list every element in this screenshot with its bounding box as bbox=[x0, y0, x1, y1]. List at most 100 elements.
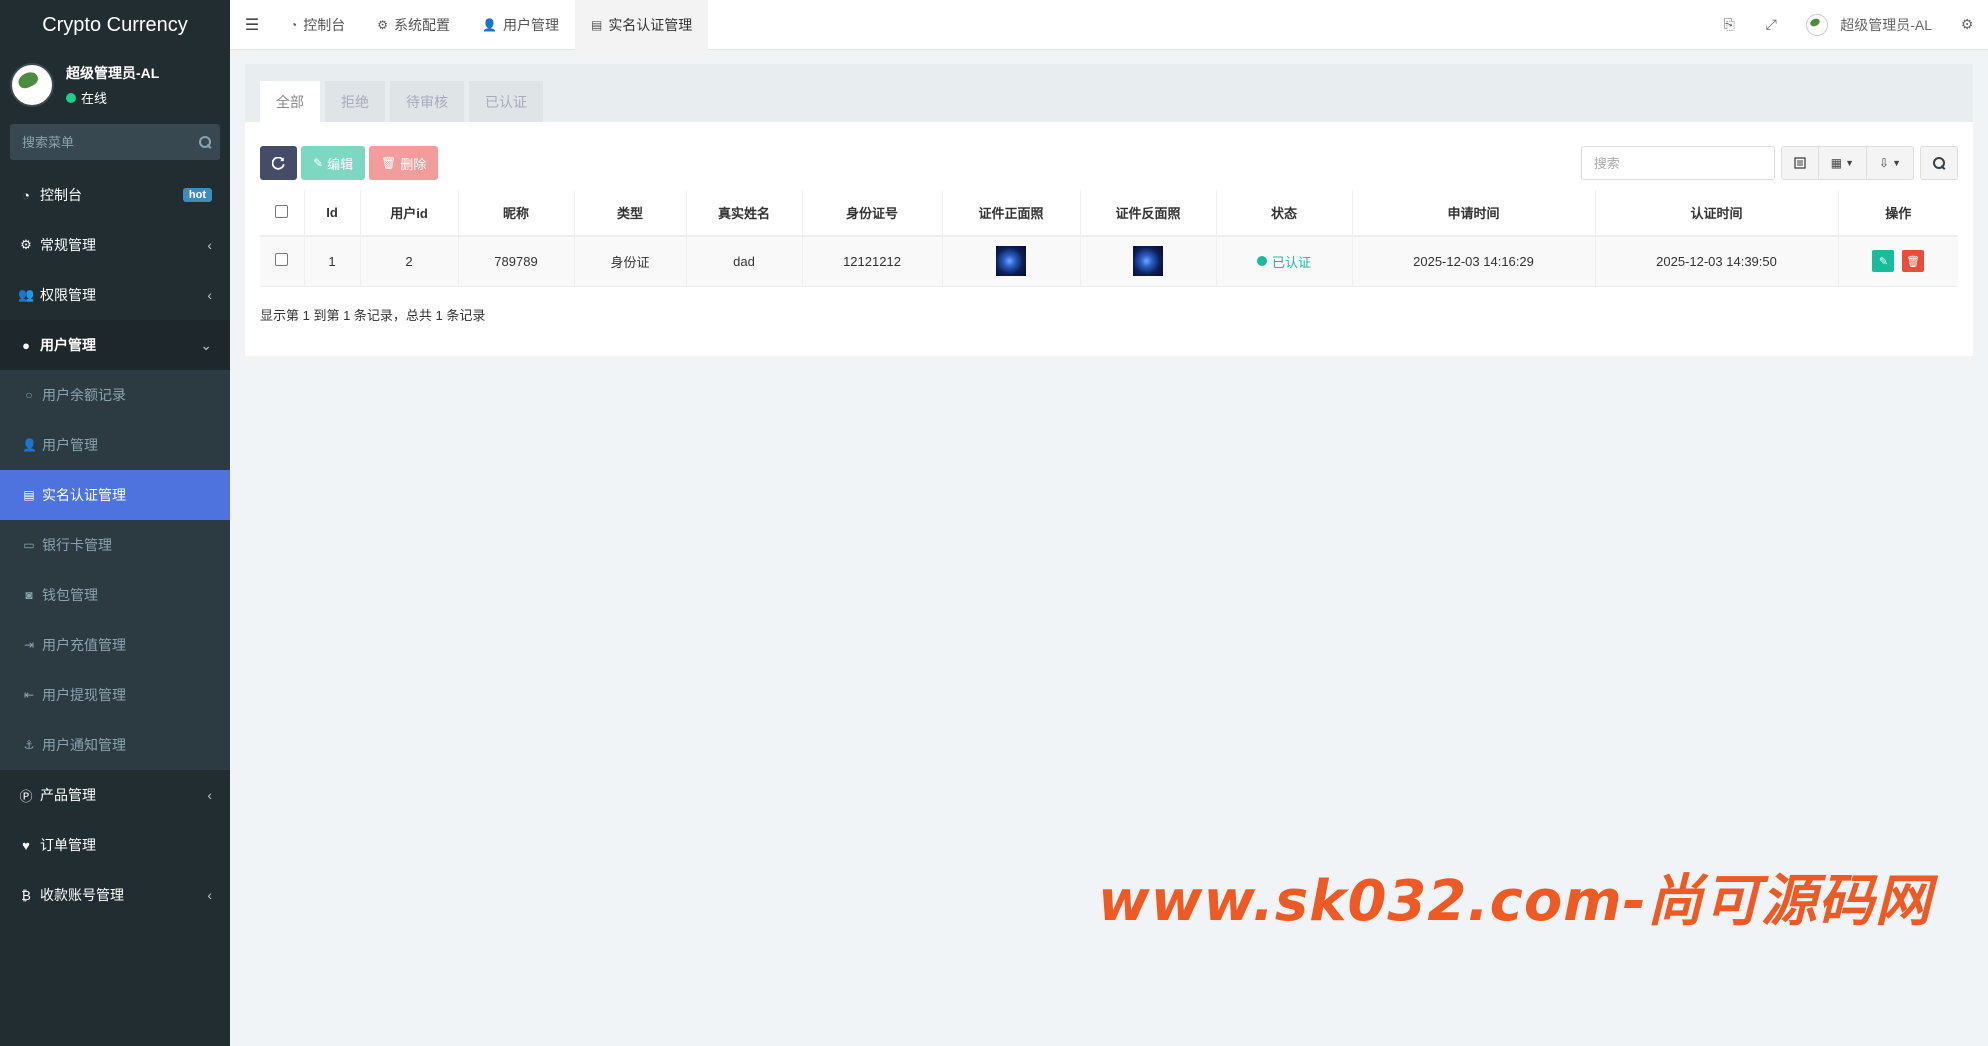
edit-button[interactable]: ✎ 编辑 bbox=[301, 146, 366, 180]
sidebar-item-label: 用户管理 bbox=[40, 337, 96, 353]
column-header[interactable]: 申请时间 bbox=[1352, 190, 1596, 237]
column-header[interactable]: 真实姓名 bbox=[686, 190, 803, 237]
cell-apply-time: 2025-12-03 14:16:29 bbox=[1352, 236, 1596, 287]
sidebar-item-label: 权限管理 bbox=[40, 287, 96, 303]
toggle-view-button[interactable] bbox=[1780, 146, 1819, 180]
sidebar-item-label: 用户提现管理 bbox=[42, 687, 126, 703]
pagination-info: 显示第 1 到第 1 条记录，总共 1 条记录 bbox=[260, 308, 486, 323]
advanced-search-button[interactable] bbox=[1920, 146, 1958, 180]
filter-tab-pending[interactable]: 待审核 bbox=[390, 81, 464, 122]
sidebar-item-label: 用户充值管理 bbox=[42, 637, 126, 653]
sidebar-item-general[interactable]: ⚙ 常规管理 ‹ bbox=[0, 220, 230, 270]
filter-tab-verified[interactable]: 已认证 bbox=[469, 81, 543, 122]
table-header-row: Id 用户id 昵称 类型 真实姓名 身份证号 证件正面照 证件反面照 状态 申… bbox=[260, 190, 1958, 237]
sidebar-item-permissions[interactable]: 👥 权限管理 ‹ bbox=[0, 270, 230, 320]
chevron-left-icon: ‹ bbox=[207, 237, 212, 253]
status-badge[interactable]: 已认证 bbox=[1256, 252, 1311, 271]
top-user-menu[interactable]: 超级管理员-AL bbox=[1792, 13, 1946, 36]
user-circle-icon: ● bbox=[22, 337, 30, 353]
sidebar-item-withdraw[interactable]: ⇤ 用户提现管理 bbox=[0, 670, 230, 720]
menu-search-input[interactable] bbox=[22, 134, 198, 150]
cogs-icon[interactable]: ⚙ bbox=[1946, 0, 1988, 50]
column-header[interactable]: 类型 bbox=[574, 190, 687, 237]
table-search-input[interactable] bbox=[1580, 146, 1775, 180]
column-header[interactable]: 证件正面照 bbox=[942, 190, 1081, 237]
users-submenu: ○ 用户余额记录 👤 用户管理 ▤ 实名认证管理 ▭ 银行卡管理 ◙ 钱包管理 … bbox=[0, 370, 230, 770]
sidebar-item-user-management[interactable]: 👤 用户管理 bbox=[0, 420, 230, 470]
search-icon[interactable] bbox=[198, 135, 211, 149]
filter-tab-all[interactable]: 全部 bbox=[260, 81, 320, 122]
tab-system-config[interactable]: ⚙ 系统配置 bbox=[361, 0, 466, 50]
sidebar-item-payment-accounts[interactable]: ₿ 收款账号管理 ‹ bbox=[0, 870, 230, 920]
row-checkbox[interactable] bbox=[275, 253, 289, 267]
select-all-checkbox[interactable] bbox=[275, 204, 289, 218]
sidebar-item-label: 收款账号管理 bbox=[40, 887, 124, 903]
heartbeat-icon: ♥ bbox=[22, 837, 30, 853]
export-button[interactable]: ⇩ ▼ bbox=[1867, 146, 1914, 180]
user-status-text: 在线 bbox=[81, 91, 108, 106]
sidebar-item-balance-records[interactable]: ○ 用户余额记录 bbox=[0, 370, 230, 420]
fullscreen-icon[interactable]: ⤢ bbox=[1750, 0, 1792, 50]
menu-toggle-icon[interactable]: ☰ bbox=[230, 0, 274, 50]
sidebar-item-notifications[interactable]: ⚓ 用户通知管理 bbox=[0, 720, 230, 770]
column-header[interactable]: 昵称 bbox=[458, 190, 575, 237]
cell-front-photo bbox=[942, 236, 1081, 287]
sidebar-item-products[interactable]: Ⓟ 产品管理 ‹ bbox=[0, 770, 230, 820]
id-back-thumbnail[interactable] bbox=[1133, 246, 1163, 277]
column-header[interactable]: 认证时间 bbox=[1595, 190, 1839, 237]
anchor-icon: ⚓ bbox=[23, 738, 35, 752]
online-dot-icon bbox=[66, 92, 76, 103]
cell-status: 已认证 bbox=[1216, 236, 1353, 287]
cell-back-photo bbox=[1080, 236, 1217, 287]
sidebar-item-realname-auth[interactable]: ▤ 实名认证管理 bbox=[0, 470, 230, 520]
chevron-left-icon: ‹ bbox=[207, 887, 212, 903]
sidebar-item-bank-cards[interactable]: ▭ 银行卡管理 bbox=[0, 520, 230, 570]
avatar bbox=[1806, 13, 1829, 36]
sidebar-item-wallets[interactable]: ◙ 钱包管理 bbox=[0, 570, 230, 620]
content-panel: 全部 拒绝 待审核 已认证 ✎ 编辑 🗑 删除 ▦ ▼ ⇩ bbox=[245, 64, 1973, 356]
search-icon bbox=[1932, 156, 1946, 170]
column-header[interactable]: 用户id bbox=[360, 190, 459, 237]
sidebar-item-label: 用户管理 bbox=[42, 437, 98, 453]
caret-down-icon: ▼ bbox=[1845, 158, 1855, 168]
tab-label: 用户管理 bbox=[502, 16, 559, 33]
column-header[interactable]: 状态 bbox=[1216, 190, 1353, 237]
delete-button[interactable]: 🗑 删除 bbox=[369, 146, 439, 180]
hot-badge: hot bbox=[182, 188, 212, 202]
cell-verify-time: 2025-12-03 14:39:50 bbox=[1595, 236, 1839, 287]
sidebar-item-label: 订单管理 bbox=[40, 837, 96, 853]
sidebar-item-recharge[interactable]: ⇥ 用户充值管理 bbox=[0, 620, 230, 670]
sidebar-item-orders[interactable]: ♥ 订单管理 bbox=[0, 820, 230, 870]
columns-button[interactable]: ▦ ▼ bbox=[1818, 146, 1868, 180]
tab-user-management[interactable]: 👤 用户管理 bbox=[466, 0, 575, 50]
tab-dashboard[interactable]: ◔ 控制台 bbox=[274, 0, 361, 50]
cell-user-id: 2 bbox=[360, 236, 459, 287]
cell-real-name: dad bbox=[686, 236, 803, 287]
top-user-name: 超级管理员-AL bbox=[1840, 16, 1932, 33]
language-icon[interactable]: ⎘ bbox=[1708, 0, 1750, 50]
pencil-icon: ✎ bbox=[1878, 255, 1889, 268]
sidebar-item-label: 控制台 bbox=[40, 187, 82, 203]
row-edit-button[interactable]: ✎ bbox=[1872, 250, 1895, 273]
refresh-button[interactable] bbox=[260, 146, 297, 180]
app-title[interactable]: Crypto Currency bbox=[0, 0, 230, 50]
column-header[interactable]: 证件反面照 bbox=[1080, 190, 1217, 237]
top-right-tools: ⎘ ⤢ 超级管理员-AL ⚙ bbox=[1708, 0, 1988, 50]
sidebar-menu: ◔ 控制台 hot ⚙ 常规管理 ‹ 👥 权限管理 ‹ ● 用户管理 ⌄ ○ 用… bbox=[0, 170, 230, 920]
id-front-thumbnail[interactable] bbox=[996, 246, 1026, 277]
sidebar-item-label: 银行卡管理 bbox=[42, 537, 112, 553]
filter-tab-rejected[interactable]: 拒绝 bbox=[325, 81, 385, 122]
column-header[interactable]: 身份证号 bbox=[802, 190, 943, 237]
tab-realname-auth[interactable]: ▤ 实名认证管理 bbox=[574, 0, 709, 50]
trash-icon: 🗑 bbox=[1906, 255, 1921, 268]
refresh-icon bbox=[272, 156, 285, 170]
table-row[interactable]: 1 2 789789 身份证 dad 12121212 已认证 2025-12-… bbox=[260, 236, 1958, 287]
sidebar-item-dashboard[interactable]: ◔ 控制台 hot bbox=[0, 170, 230, 220]
column-header[interactable]: Id bbox=[304, 190, 361, 237]
user-icon: 👤 bbox=[22, 438, 37, 452]
sidebar-item-users[interactable]: ● 用户管理 ⌄ bbox=[0, 320, 230, 370]
column-header: 操作 bbox=[1838, 190, 1958, 237]
realname-auth-table: Id 用户id 昵称 类型 真实姓名 身份证号 证件正面照 证件反面照 状态 申… bbox=[260, 190, 1958, 287]
avatar bbox=[10, 63, 54, 107]
row-delete-button[interactable]: 🗑 bbox=[1902, 250, 1925, 273]
